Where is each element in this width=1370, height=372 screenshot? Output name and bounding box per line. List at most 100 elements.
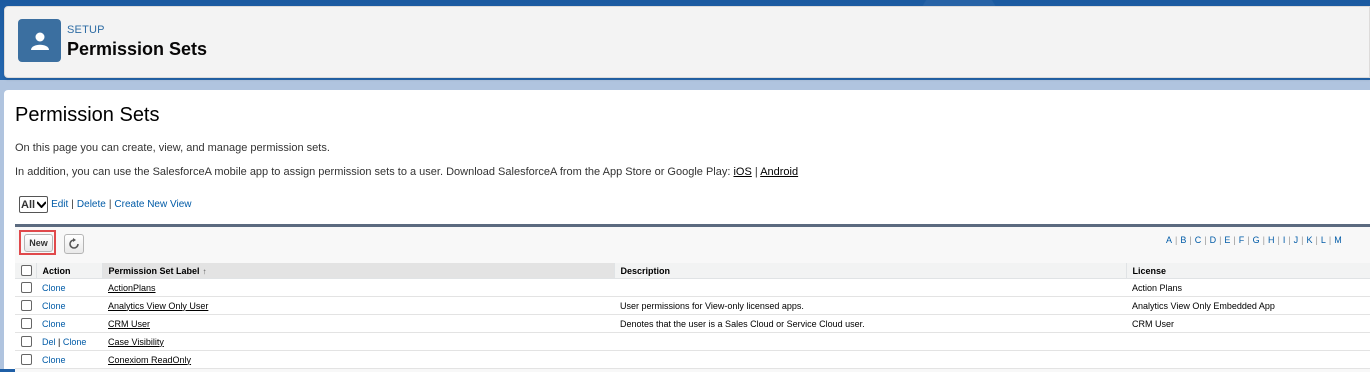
table-row: Clone CRM User Denotes that the user is a … <box>15 314 1370 333</box>
permission-set-link[interactable]: Conexiom ReadOnly <box>108 355 191 365</box>
row-select-cell <box>15 332 36 351</box>
alphabet-filter: A | B | C | D | E | F | G | H | I | J | K | L | M <box>1166 235 1342 245</box>
list-view: New A | B | C | D | E | F | G | H | I | J | K | L | M Act <box>15 224 1370 372</box>
separator: | <box>55 336 63 347</box>
alpha-filter-k[interactable]: K <box>1307 235 1313 245</box>
sort-up-icon: ↑ <box>202 266 207 276</box>
row-select-cell <box>15 296 36 315</box>
chevron-down-icon <box>37 201 47 208</box>
row-label-cell: CRM User <box>102 314 614 333</box>
separator: | <box>1277 235 1280 245</box>
alpha-filter-a[interactable]: A <box>1166 235 1172 245</box>
separator: | <box>71 199 74 210</box>
alpha-filter-g[interactable]: G <box>1253 235 1260 245</box>
row-action-clone-link[interactable]: Clone <box>63 337 87 347</box>
alpha-filter-l[interactable]: L <box>1321 235 1326 245</box>
separator: | <box>1219 235 1222 245</box>
row-license: Analytics View Only Embedded App <box>1126 296 1370 315</box>
refresh-icon <box>69 238 79 249</box>
alpha-filter-f[interactable]: F <box>1239 235 1245 245</box>
row-checkbox[interactable] <box>21 336 32 348</box>
list-toolbar: New A | B | C | D | E | F | G | H | I | J | K | L | M <box>15 227 1370 261</box>
mobile-text: In addition, you can use the SalesforceA… <box>15 166 799 178</box>
header-title: Permission Sets <box>67 39 208 59</box>
row-actions: Clone <box>36 314 102 333</box>
row-actions: Clone <box>36 278 102 297</box>
alpha-filter-m[interactable]: M <box>1334 235 1342 245</box>
create-view-link[interactable]: Create New View <box>114 199 191 210</box>
new-button[interactable]: New <box>24 234 53 252</box>
permission-set-table: Action Permission Set Label ↑ Description… <box>15 263 1370 369</box>
alpha-filter-e[interactable]: E <box>1224 235 1230 245</box>
ios-link[interactable]: iOS <box>733 166 751 178</box>
android-link[interactable]: Android <box>760 166 798 178</box>
edit-view-link[interactable]: Edit <box>51 199 68 210</box>
view-select[interactable]: All <box>19 196 49 213</box>
user-icon <box>18 19 61 62</box>
row-action-clone-link[interactable]: Clone <box>42 283 66 293</box>
row-description: Denotes that the user is a Sales Cloud o… <box>614 314 1126 333</box>
separator: | <box>1328 235 1332 245</box>
separator: | <box>1262 235 1265 245</box>
row-label-cell: Case Visibility <box>102 332 614 351</box>
refresh-button[interactable] <box>64 234 84 254</box>
select-all-checkbox[interactable] <box>21 265 32 277</box>
table-row: Clone ActionPlans Action Plans <box>15 278 1370 297</box>
row-checkbox[interactable] <box>21 354 32 366</box>
separator: | <box>1247 235 1250 245</box>
column-header-action: Action <box>36 263 103 279</box>
separator: | <box>1233 235 1236 245</box>
alpha-filter-j[interactable]: J <box>1294 235 1299 245</box>
row-select-cell <box>15 350 36 369</box>
row-license: Action Plans <box>1126 278 1370 297</box>
row-description: User permissions for View-only licensed … <box>614 296 1126 315</box>
page-title: Permission Sets <box>15 104 160 126</box>
permission-set-link[interactable]: Analytics View Only User <box>108 301 208 311</box>
row-license <box>1126 332 1370 351</box>
table-header-row: Action Permission Set Label ↑ Description… <box>15 263 1370 279</box>
column-header-license[interactable]: License <box>1126 263 1370 279</box>
separator: | <box>1189 235 1192 245</box>
row-description <box>614 332 1126 351</box>
row-action-clone-link[interactable]: Clone <box>42 301 66 311</box>
breadcrumb: SETUP <box>67 24 105 36</box>
alpha-filter-i[interactable]: I <box>1283 235 1286 245</box>
row-action-clone-link[interactable]: Clone <box>42 319 66 329</box>
row-actions: Clone <box>36 350 102 369</box>
table-row: Clone Analytics View Only User User permis… <box>15 296 1370 315</box>
permission-set-link[interactable]: Case Visibility <box>108 337 164 347</box>
table-row: Clone Conexiom ReadOnly <box>15 350 1370 369</box>
alpha-filter-c[interactable]: C <box>1195 235 1202 245</box>
row-license <box>1126 350 1370 369</box>
select-all-header <box>15 263 37 279</box>
permission-set-link[interactable]: CRM User <box>108 319 150 329</box>
intro-text: On this page you can create, view, and m… <box>15 142 330 154</box>
row-label-cell: Analytics View Only User <box>102 296 614 315</box>
delete-view-link[interactable]: Delete <box>77 199 106 210</box>
row-description <box>614 278 1126 297</box>
row-action-del-link[interactable]: Del <box>42 337 56 347</box>
alpha-filter-b[interactable]: B <box>1180 235 1186 245</box>
row-label-cell: ActionPlans <box>102 278 614 297</box>
row-label-cell: Conexiom ReadOnly <box>102 350 614 369</box>
row-action-clone-link[interactable]: Clone <box>42 355 66 365</box>
view-select-value: All <box>21 198 36 211</box>
page-header: SETUP Permission Sets <box>4 6 1370 78</box>
mobile-text-body: In addition, you can use the SalesforceA… <box>15 166 734 178</box>
separator: | <box>1288 235 1291 245</box>
permission-set-link[interactable]: ActionPlans <box>108 283 156 293</box>
alpha-filter-h[interactable]: H <box>1268 235 1275 245</box>
separator: | <box>1175 235 1178 245</box>
row-checkbox[interactable] <box>21 282 32 294</box>
row-checkbox[interactable] <box>21 318 32 330</box>
separator: | <box>1204 235 1207 245</box>
row-description <box>614 350 1126 369</box>
main-content: Permission Sets On this page you can cre… <box>4 90 1370 372</box>
row-actions: Del | Clone <box>36 332 102 351</box>
row-checkbox[interactable] <box>21 300 32 312</box>
row-license: CRM User <box>1126 314 1370 333</box>
column-header-label[interactable]: Permission Set Label ↑ <box>102 263 615 279</box>
column-header-description[interactable]: Description <box>614 263 1127 279</box>
separator: | <box>1301 235 1304 245</box>
alpha-filter-d[interactable]: D <box>1210 235 1217 245</box>
